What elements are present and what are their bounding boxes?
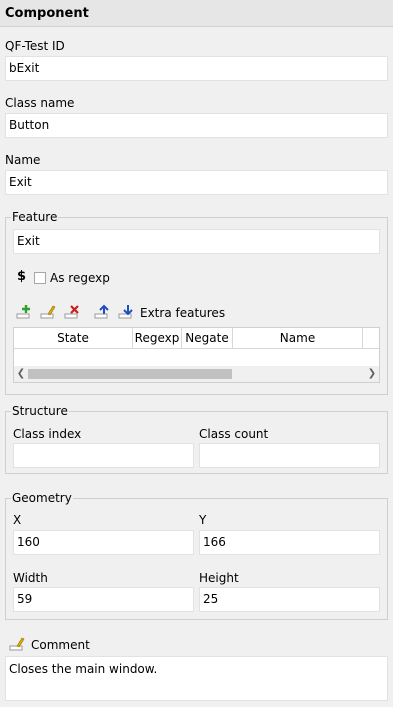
column-regexp[interactable]: Regexp — [133, 328, 182, 348]
class-count-field[interactable] — [199, 443, 380, 468]
height-field[interactable]: 25 — [199, 587, 380, 612]
scrollbar-thumb[interactable] — [28, 369, 232, 379]
horizontal-scrollbar[interactable]: ❮ ❯ — [14, 366, 379, 382]
extra-features-label: Extra features — [140, 306, 226, 320]
geometry-group-title: Geometry — [11, 491, 73, 505]
regexp-symbol: $ — [17, 269, 27, 284]
width-label: Width — [13, 571, 48, 585]
width-field[interactable]: 59 — [13, 587, 194, 612]
table-header: State Regexp Negate Name — [14, 328, 379, 349]
class-name-field[interactable]: Button — [5, 113, 388, 138]
scroll-left-icon[interactable]: ❮ — [14, 366, 28, 382]
as-regexp-checkbox[interactable] — [34, 272, 46, 284]
x-label: X — [13, 513, 22, 527]
move-down-icon[interactable] — [118, 303, 134, 319]
qf-test-id-field[interactable]: bExit — [5, 56, 388, 81]
class-index-label: Class index — [13, 427, 82, 441]
column-negate[interactable]: Negate — [182, 328, 233, 348]
class-index-field[interactable] — [13, 443, 194, 468]
scroll-right-icon[interactable]: ❯ — [365, 366, 379, 382]
name-field[interactable]: Exit — [5, 170, 388, 195]
y-label: Y — [199, 513, 207, 527]
qf-test-id-label: QF-Test ID — [5, 39, 65, 53]
name-label: Name — [5, 153, 41, 167]
delete-row-icon[interactable] — [64, 303, 80, 319]
x-field[interactable]: 160 — [13, 530, 194, 555]
panel-header: Component — [0, 0, 393, 27]
add-row-icon[interactable] — [16, 303, 32, 319]
class-name-label: Class name — [5, 96, 75, 110]
class-count-label: Class count — [199, 427, 269, 441]
height-label: Height — [199, 571, 239, 585]
extra-features-table[interactable]: State Regexp Negate Name ❮ ❯ — [13, 327, 380, 383]
comment-edit-icon[interactable] — [9, 635, 25, 651]
y-field[interactable]: 166 — [199, 530, 380, 555]
as-regexp-label: As regexp — [50, 271, 110, 285]
comment-field[interactable]: Closes the main window. — [5, 656, 388, 701]
feature-group-title: Feature — [11, 210, 59, 224]
column-state[interactable]: State — [14, 328, 133, 348]
edit-row-icon[interactable] — [40, 303, 56, 319]
comment-label: Comment — [31, 638, 90, 652]
move-up-icon[interactable] — [94, 303, 110, 319]
column-name[interactable]: Name — [233, 328, 363, 348]
feature-field[interactable]: Exit — [13, 229, 380, 254]
structure-group-title: Structure — [11, 404, 69, 418]
